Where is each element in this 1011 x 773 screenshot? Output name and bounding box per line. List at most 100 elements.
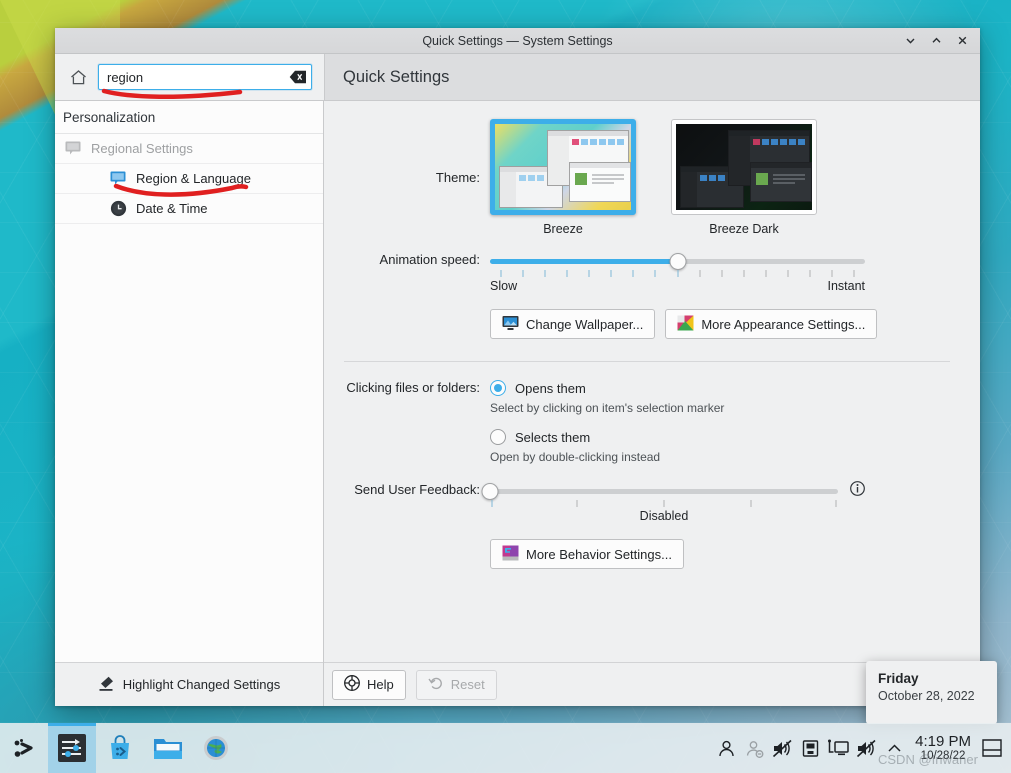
behavior-button-row: More Behavior Settings... [344, 539, 950, 569]
settings-form: Theme: Breeze Breeze Dark Animation spee… [324, 101, 980, 662]
radio-selects-them[interactable]: Selects them [490, 429, 950, 445]
taskbar-launchers [0, 723, 240, 773]
toolbar-right-section: Quick Settings [324, 54, 980, 100]
more-behavior-settings-button[interactable]: More Behavior Settings... [490, 539, 684, 569]
window-controls [898, 30, 980, 52]
breeze-dark-thumbnail [676, 124, 812, 210]
close-button[interactable] [950, 30, 974, 52]
sidebar-list: Personalization Regional Settings Region… [55, 101, 323, 662]
monitor-gray-icon [64, 140, 82, 158]
clear-text-icon[interactable] [287, 66, 309, 88]
taskbar: 4:19 PM 10/28/22 [0, 723, 1011, 773]
theme-row: Theme: Breeze Breeze Dark [344, 119, 950, 236]
taskbar-system-settings[interactable] [48, 723, 96, 773]
sidebar-item-label: Regional Settings [91, 141, 193, 156]
taskbar-file-manager[interactable] [144, 723, 192, 773]
theme-thumbnail-frame [490, 119, 636, 215]
theme-thumbnail-frame [671, 119, 817, 215]
radio-label: Selects them [515, 429, 591, 445]
radio-opens-them[interactable]: Opens them [490, 380, 950, 396]
slider-handle[interactable] [669, 252, 686, 270]
home-icon[interactable] [65, 64, 91, 90]
application-launcher-button[interactable] [0, 723, 48, 773]
clock-date: 10/28/22 [920, 750, 966, 763]
display-icon[interactable] [825, 730, 851, 766]
show-hidden-icons-icon[interactable] [881, 730, 907, 766]
undo-icon [428, 675, 444, 694]
application-toolbar: Quick Settings [55, 54, 980, 100]
date-tooltip: Friday October 28, 2022 [866, 661, 997, 724]
clock-time: 4:19 PM [915, 732, 971, 750]
help-button[interactable]: Help [332, 669, 406, 700]
radio-hint: Select by clicking on item's selection m… [490, 401, 725, 415]
highlight-changed-settings-button[interactable]: Highlight Changed Settings [55, 662, 323, 706]
slider-fill [490, 258, 678, 264]
window-titlebar[interactable]: Quick Settings — System Settings [55, 28, 980, 54]
toolbar-left-section [55, 54, 340, 100]
animation-speed-label: Animation speed: [379, 252, 480, 267]
user-feedback-row: Send User Feedback: Disabled [344, 481, 950, 523]
user-icon[interactable] [713, 730, 739, 766]
radio-label: Opens them [515, 380, 586, 396]
minimize-button[interactable] [898, 30, 922, 52]
slider-handle[interactable] [481, 482, 499, 500]
highlight-changed-settings-label: Highlight Changed Settings [122, 677, 281, 692]
microphone-muted-icon[interactable] [853, 730, 879, 766]
info-icon[interactable] [850, 481, 865, 501]
mini-window [569, 162, 631, 202]
window-title: Quick Settings — System Settings [422, 33, 613, 48]
sidebar-item-date-and-time[interactable]: Date & Time [55, 194, 323, 224]
monitor-blue-icon [109, 170, 127, 188]
more-appearance-settings-label: More Appearance Settings... [701, 316, 866, 332]
user-inactive-icon[interactable] [741, 730, 767, 766]
click-behavior-label: Clicking files or folders: [346, 380, 480, 395]
radio-button[interactable] [490, 429, 506, 445]
sidebar-item-label: Region & Language [136, 171, 251, 186]
sidebar-item-regional-settings[interactable]: Regional Settings [55, 134, 323, 164]
taskbar-discover-store[interactable] [96, 723, 144, 773]
user-feedback-slider[interactable] [481, 482, 838, 500]
help-icon [344, 675, 360, 694]
more-appearance-settings-button[interactable]: More Appearance Settings... [665, 309, 878, 339]
theme-chooser: Breeze Breeze Dark [490, 119, 950, 236]
show-desktop-icon[interactable] [979, 730, 1005, 766]
slider-end-labels: Slow Instant [490, 279, 865, 293]
taskbar-web-browser[interactable] [192, 723, 240, 773]
section-divider [344, 361, 950, 362]
slider-min-label: Slow [490, 279, 518, 293]
animation-speed-row: Animation speed: Slow Instant [344, 252, 950, 293]
change-wallpaper-button[interactable]: Change Wallpaper... [490, 309, 656, 339]
help-label: Help [367, 677, 394, 692]
behavior-icon [502, 545, 519, 564]
window-body: Personalization Regional Settings Region… [55, 100, 980, 706]
mini-window [750, 162, 812, 202]
animation-speed-slider[interactable] [490, 252, 865, 270]
clock-icon [109, 200, 127, 218]
sidebar-item-label: Date & Time [136, 201, 208, 216]
search-input[interactable] [99, 65, 287, 89]
sidebar-item-region-and-language[interactable]: Region & Language [55, 164, 323, 194]
user-feedback-status: Disabled [639, 509, 689, 523]
audio-muted-icon[interactable] [769, 730, 795, 766]
usb-device-icon[interactable] [797, 730, 823, 766]
radio-button[interactable] [490, 380, 506, 396]
appearance-buttons-row: Change Wallpaper... More Appearance Sett… [344, 309, 950, 339]
appearance-icon [677, 315, 694, 334]
system-tray: 4:19 PM 10/28/22 [713, 730, 1011, 766]
theme-option-breeze-dark[interactable]: Breeze Dark [671, 119, 817, 236]
sidebar: Personalization Regional Settings Region… [55, 100, 324, 706]
slider-tickmarks [490, 500, 838, 508]
slider-tickmarks [490, 270, 865, 278]
reset-button: Reset [415, 669, 497, 700]
maximize-button[interactable] [924, 30, 948, 52]
slider-rail [490, 488, 838, 494]
search-field[interactable] [98, 64, 312, 90]
click-behavior-row: Clicking files or folders: Opens them Se… [344, 380, 950, 464]
system-settings-window[interactable]: Quick Settings — System Settings region … [55, 28, 980, 706]
clock-widget[interactable]: 4:19 PM 10/28/22 [909, 733, 977, 763]
main-panel: Theme: Breeze Breeze Dark Animation spee… [324, 100, 980, 706]
sidebar-category-header: Personalization [55, 101, 323, 134]
wallpaper-icon [502, 315, 519, 334]
page-title: Quick Settings [343, 67, 450, 86]
theme-option-breeze[interactable]: Breeze [490, 119, 636, 236]
